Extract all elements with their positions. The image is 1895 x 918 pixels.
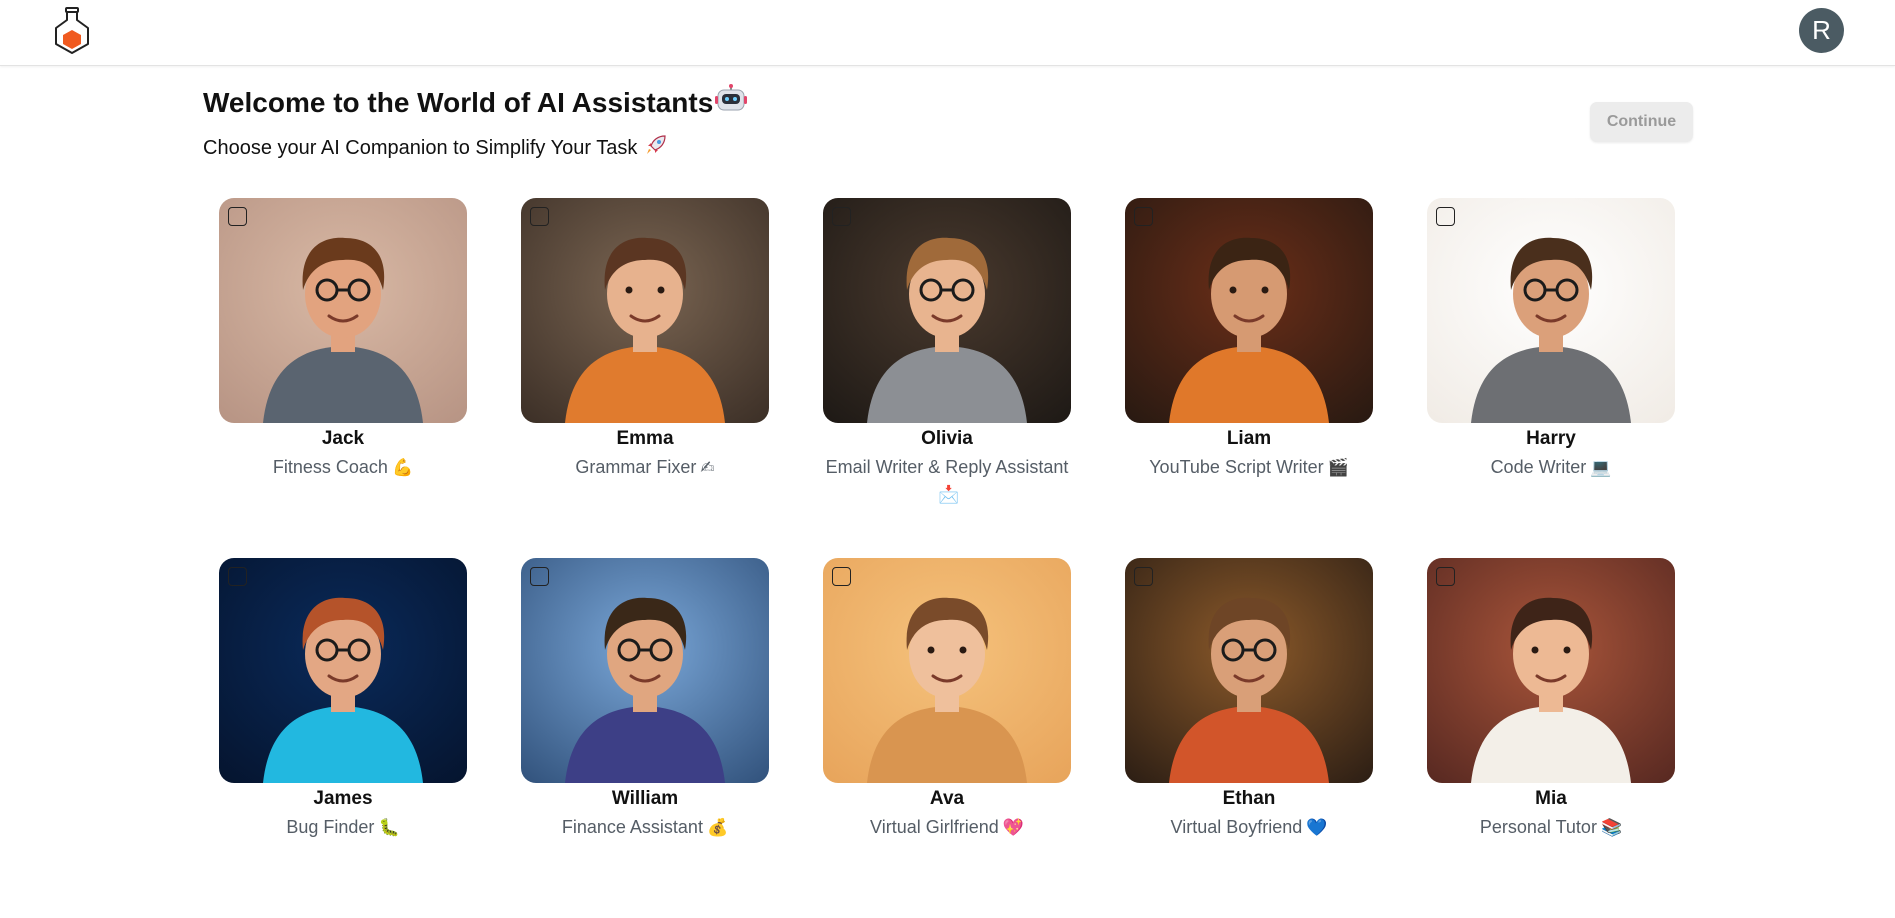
assistant-checkbox[interactable] (530, 207, 549, 226)
portrait-image (219, 198, 467, 423)
portrait-image (1427, 198, 1675, 423)
assistant-name: Jack (321, 428, 365, 449)
assistant-role: Personal Tutor 📚 (1427, 814, 1675, 842)
page-title: Welcome to the World of AI Assistants (203, 84, 748, 121)
portrait-image (521, 198, 769, 423)
assistant-role-text: Virtual Boyfriend (1170, 817, 1303, 837)
assistant-portrait (1427, 558, 1675, 783)
assistant-role: Virtual Boyfriend 💙 (1125, 814, 1373, 842)
assistant-role-text: Grammar Fixer (575, 457, 697, 477)
rocket-icon (645, 134, 667, 162)
assistant-checkbox[interactable] (1436, 567, 1455, 586)
assistant-checkbox[interactable] (530, 567, 549, 586)
portrait-image (1125, 198, 1373, 423)
top-navbar: R (0, 0, 1895, 66)
assistant-portrait (1427, 198, 1675, 423)
assistant-role-text: Email Writer & Reply Assistant (825, 457, 1069, 477)
role-emoji-icon: ✍ (700, 458, 715, 478)
assistant-name: Mia (1535, 788, 1567, 809)
role-emoji-icon: 🐛 (378, 818, 400, 838)
assistant-portrait (219, 558, 467, 783)
assistant-name: Ava (929, 788, 965, 809)
assistant-grid: Jack Fitness Coach 💪 Emma Grammar Fixer ✍ (219, 198, 1681, 918)
assistant-checkbox[interactable] (832, 567, 851, 586)
assistant-role: Bug Finder 🐛 (219, 814, 467, 842)
portrait-image (219, 558, 467, 783)
assistant-portrait (521, 198, 769, 423)
assistant-name: Emma (616, 428, 674, 449)
assistant-role: Fitness Coach 💪 (219, 454, 467, 482)
avatar-initial: R (1812, 15, 1831, 45)
assistant-name: William (611, 788, 679, 809)
role-emoji-icon: 💻 (1590, 458, 1612, 478)
main-content: Welcome to the World of AI Assistants Ch… (203, 66, 1693, 892)
role-emoji-icon: 💖 (1002, 818, 1024, 838)
assistant-card-jack[interactable]: Jack Fitness Coach 💪 (219, 198, 467, 558)
role-emoji-icon: 📩 (938, 485, 960, 505)
assistant-checkbox[interactable] (228, 207, 247, 226)
assistant-card-liam[interactable]: Liam YouTube Script Writer 🎬 (1125, 198, 1373, 558)
assistant-card-ava[interactable]: Ava Virtual Girlfriend 💖 (823, 558, 1071, 918)
assistant-portrait (823, 198, 1071, 423)
assistant-role: Email Writer & Reply Assistant 📩 (823, 454, 1071, 509)
page-title-text: Welcome to the World of AI Assistants (203, 86, 714, 118)
continue-button[interactable]: Continue (1590, 102, 1693, 142)
assistant-card-william[interactable]: William Finance Assistant 💰 (521, 558, 769, 918)
assistant-role: Finance Assistant 💰 (521, 814, 769, 842)
assistant-card-james[interactable]: James Bug Finder 🐛 (219, 558, 467, 918)
assistant-portrait (219, 198, 467, 423)
page-subtitle-text: Choose your AI Companion to Simplify You… (203, 136, 638, 159)
robot-icon (715, 84, 748, 121)
assistant-card-olivia[interactable]: Olivia Email Writer & Reply Assistant 📩 (823, 198, 1071, 558)
role-emoji-icon: 💰 (706, 818, 729, 838)
assistant-name: Olivia (921, 428, 973, 449)
assistant-card-ethan[interactable]: Ethan Virtual Boyfriend 💙 (1125, 558, 1373, 918)
assistant-role: Code Writer 💻 (1427, 454, 1675, 482)
portrait-image (823, 198, 1071, 423)
assistant-portrait (823, 558, 1071, 783)
assistant-name: Harry (1526, 428, 1576, 449)
assistant-role: YouTube Script Writer 🎬 (1125, 454, 1373, 482)
assistant-card-mia[interactable]: Mia Personal Tutor 📚 (1427, 558, 1675, 918)
assistant-name: James (313, 788, 373, 809)
assistant-name: Ethan (1222, 788, 1276, 809)
logo-icon[interactable] (52, 6, 92, 56)
role-emoji-icon: 💪 (391, 458, 414, 478)
role-emoji-icon: 🎬 (1327, 458, 1349, 478)
assistant-portrait (1125, 558, 1373, 783)
role-emoji-icon: 💙 (1306, 818, 1328, 838)
assistant-portrait (521, 558, 769, 783)
assistant-role-text: YouTube Script Writer (1149, 457, 1324, 477)
assistant-role-text: Bug Finder (286, 817, 375, 837)
page-subtitle: Choose your AI Companion to Simplify You… (203, 134, 667, 162)
assistant-role-text: Code Writer (1490, 457, 1587, 477)
assistant-role-text: Finance Assistant (561, 817, 703, 837)
assistant-checkbox[interactable] (1436, 207, 1455, 226)
assistant-role-text: Fitness Coach (272, 457, 388, 477)
assistant-role-text: Virtual Girlfriend (870, 817, 999, 837)
portrait-image (823, 558, 1071, 783)
assistant-card-harry[interactable]: Harry Code Writer 💻 (1427, 198, 1675, 558)
portrait-image (1427, 558, 1675, 783)
role-emoji-icon: 📚 (1600, 818, 1623, 838)
assistant-checkbox[interactable] (1134, 567, 1153, 586)
assistant-checkbox[interactable] (1134, 207, 1153, 226)
user-avatar[interactable]: R (1799, 8, 1844, 53)
assistant-card-emma[interactable]: Emma Grammar Fixer ✍ (521, 198, 769, 558)
assistant-portrait (1125, 198, 1373, 423)
portrait-image (521, 558, 769, 783)
assistant-role: Grammar Fixer ✍ (521, 454, 769, 482)
assistant-role: Virtual Girlfriend 💖 (823, 814, 1071, 842)
assistant-name: Liam (1226, 428, 1272, 449)
assistant-checkbox[interactable] (832, 207, 851, 226)
portrait-image (1125, 558, 1373, 783)
assistant-role-text: Personal Tutor (1479, 817, 1597, 837)
assistant-checkbox[interactable] (228, 567, 247, 586)
